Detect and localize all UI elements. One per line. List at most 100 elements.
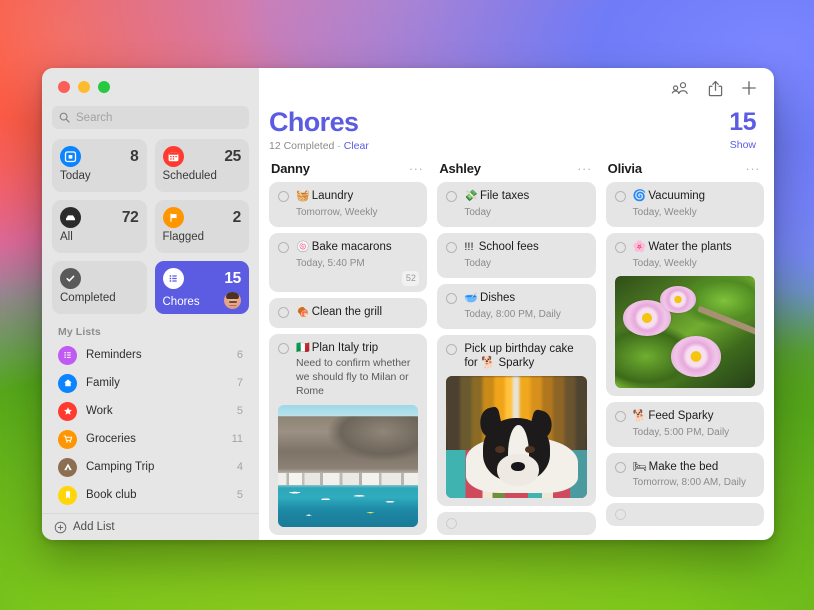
reminder-card[interactable]: 🥣Dishes Today, 8:00 PM, Daily — [437, 284, 595, 329]
reminder-subtitle: Today, Weekly — [633, 206, 755, 219]
star-icon — [58, 402, 77, 421]
sidebar-item-family[interactable]: Family 7 — [50, 369, 251, 397]
reminder-card[interactable]: 🛏Make the bed Tomorrow, 8:00 AM, Daily — [606, 453, 764, 498]
smart-list-all[interactable]: 72 All — [52, 200, 147, 253]
complete-checkbox[interactable] — [278, 307, 289, 318]
complete-checkbox[interactable] — [446, 518, 457, 529]
reminder-card[interactable]: Pick up birthday cake for 🐕 Sparky — [437, 335, 595, 507]
reminder-subtitle: Today — [464, 257, 586, 270]
complete-checkbox[interactable] — [615, 191, 626, 202]
flowers-photo[interactable] — [615, 276, 755, 388]
smart-list-scheduled[interactable]: 25 Scheduled — [155, 139, 250, 192]
reminder-title: 🛏Make the bed — [633, 460, 755, 475]
complete-checkbox[interactable] — [278, 343, 289, 354]
smart-list-today[interactable]: 8 Today — [52, 139, 147, 192]
dog-emoji-icon: 🐕 — [633, 410, 647, 422]
sidebar-item-count: 6 — [237, 349, 243, 361]
column-more-button[interactable]: ··· — [577, 165, 592, 173]
completed-summary: 12 Completed · Clear — [269, 140, 369, 152]
column-header: Ashley ··· — [437, 161, 595, 182]
column-more-button[interactable]: ··· — [745, 165, 760, 173]
clear-completed-button[interactable]: Clear — [344, 140, 369, 152]
search-icon — [59, 112, 70, 123]
close-window-button[interactable] — [58, 81, 70, 93]
plus-circle-icon — [54, 521, 67, 534]
complete-checkbox[interactable] — [446, 293, 457, 304]
share-button[interactable] — [708, 80, 723, 97]
reminder-subtitle: Tomorrow, 8:00 AM, Daily — [633, 476, 755, 489]
today-calendar-icon — [60, 146, 81, 167]
complete-checkbox[interactable] — [615, 462, 626, 473]
complete-checkbox[interactable] — [278, 242, 289, 253]
page-title: Chores — [269, 108, 369, 136]
column-header: Olivia ··· — [606, 161, 764, 182]
grill-emoji-icon: 🍖 — [296, 306, 310, 318]
column-body: 🧺Laundry Tomorrow, Weekly 🍥Bake macarons… — [269, 182, 427, 540]
smart-list-chores[interactable]: 15 Chores — [155, 261, 250, 314]
list-bullet-icon — [58, 346, 77, 365]
list-header: Chores 12 Completed · Clear 15 Show — [259, 108, 774, 152]
search-field[interactable] — [52, 106, 249, 129]
reminder-card[interactable]: 🍖Clean the grill — [269, 298, 427, 328]
reminder-card[interactable]: 🍥Bake macarons Today, 5:40 PM 52 — [269, 233, 427, 292]
sidebar-item-work[interactable]: Work 5 — [50, 397, 251, 425]
complete-checkbox[interactable] — [615, 242, 626, 253]
search-input[interactable] — [76, 112, 242, 124]
complete-checkbox[interactable] — [615, 411, 626, 422]
reminder-card[interactable]: !!! School fees Today — [437, 233, 595, 278]
sidebar-item-book-club[interactable]: Book club 5 — [50, 481, 251, 509]
column-more-button[interactable]: ··· — [409, 165, 424, 173]
toolbar — [259, 68, 774, 108]
reminder-card[interactable]: 🧺Laundry Tomorrow, Weekly — [269, 182, 427, 227]
complete-checkbox[interactable] — [615, 509, 626, 520]
column-title: Olivia — [608, 161, 642, 176]
show-completed-button[interactable]: Show — [729, 139, 756, 151]
complete-checkbox[interactable] — [446, 344, 457, 355]
search-container — [42, 101, 259, 129]
reminder-card[interactable]: 🇮🇹Plan Italy trip Need to confirm whethe… — [269, 334, 427, 535]
reminder-card[interactable]: 💸File taxes Today — [437, 182, 595, 227]
money-emoji-icon: 💸 — [464, 190, 478, 202]
reminder-card[interactable]: 🌀Vacuuming Today, Weekly — [606, 182, 764, 227]
share-people-button[interactable] — [671, 80, 690, 96]
sidebar-item-count: 7 — [237, 377, 243, 389]
separator: · — [337, 140, 341, 152]
reminder-note: Need to confirm whether we should fly to… — [296, 357, 418, 399]
reminder-count: 15 — [729, 110, 756, 135]
reminder-title: 🍥Bake macarons — [296, 240, 418, 255]
sidebar-item-reminders[interactable]: Reminders 6 — [50, 341, 251, 369]
reminder-title: !!! School fees — [464, 240, 586, 255]
reminder-card[interactable]: 🐕Feed Sparky Today, 5:00 PM, Daily — [606, 402, 764, 447]
flag-icon — [163, 207, 184, 228]
sidebar-item-groceries[interactable]: Groceries 11 — [50, 425, 251, 453]
column-danny: Danny ··· 🧺Laundry Tomorrow, Weekly — [269, 161, 427, 540]
reminder-title: 🌀Vacuuming — [633, 189, 755, 204]
smart-list-flagged[interactable]: 2 Flagged — [155, 200, 250, 253]
complete-checkbox[interactable] — [446, 242, 457, 253]
sidebar-item-camping-trip[interactable]: Camping Trip 4 — [50, 453, 251, 481]
my-lists-header: My Lists — [42, 314, 259, 341]
add-reminder-button[interactable] — [741, 80, 757, 96]
sidebar-item-count: 5 — [237, 489, 243, 501]
italy-coast-photo[interactable] — [278, 405, 418, 527]
new-reminder-row[interactable] — [606, 503, 764, 526]
reminder-subtitle: Today, Weekly — [633, 257, 755, 270]
reminder-subtitle: Today, 8:00 PM, Daily — [464, 308, 586, 321]
zoom-window-button[interactable] — [98, 81, 110, 93]
complete-checkbox[interactable] — [446, 191, 457, 202]
flagged-label: Flagged — [163, 231, 242, 243]
add-list-button[interactable]: Add List — [42, 513, 259, 540]
complete-checkbox[interactable] — [278, 191, 289, 202]
plus-icon — [741, 80, 757, 96]
main-content: Chores 12 Completed · Clear 15 Show Dann… — [259, 68, 774, 540]
new-reminder-row[interactable] — [437, 512, 595, 535]
reminder-card[interactable]: 🌸Water the plants Today, Weekly — [606, 233, 764, 396]
smart-list-completed[interactable]: Completed — [52, 261, 147, 314]
reminder-badge: 52 — [402, 271, 419, 286]
basket-emoji-icon: 🧺 — [296, 190, 310, 202]
sidebar-item-count: 5 — [237, 405, 243, 417]
reminder-title: 🥣Dishes — [464, 291, 586, 306]
reminder-title: 🍖Clean the grill — [296, 305, 418, 320]
minimize-window-button[interactable] — [78, 81, 90, 93]
dog-photo[interactable] — [446, 376, 586, 498]
